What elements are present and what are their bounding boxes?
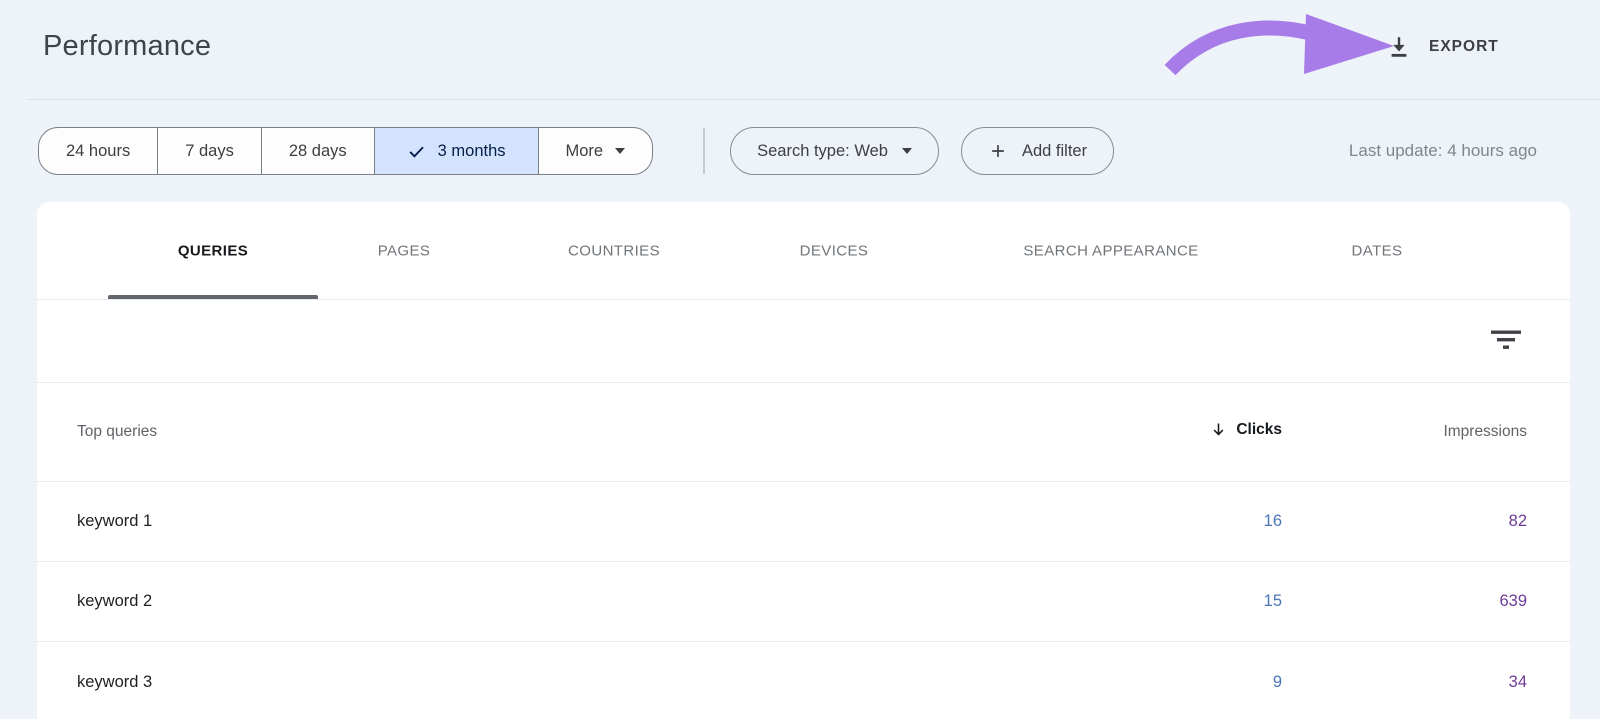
- impressions-cell: 34: [1282, 673, 1527, 692]
- table-toolbar: [37, 300, 1570, 383]
- caret-down-icon: [902, 148, 912, 154]
- toolbar-divider: [703, 128, 705, 174]
- query-cell: keyword 1: [37, 512, 1122, 531]
- more-label: More: [566, 142, 604, 161]
- sort-arrow-down-icon: [1210, 421, 1227, 438]
- caret-down-icon: [615, 148, 625, 154]
- header-divider: [28, 99, 1600, 100]
- search-type-dropdown[interactable]: Search type: Web: [730, 127, 939, 175]
- table-row[interactable]: keyword 2 15 639: [37, 562, 1570, 642]
- clicks-header-label: Clicks: [1236, 421, 1282, 439]
- page-title: Performance: [43, 30, 211, 63]
- date-range-24-hours[interactable]: 24 hours: [39, 128, 157, 174]
- date-range-label: 7 days: [185, 142, 234, 161]
- date-range-filter: 24 hours 7 days 28 days 3 months More: [38, 127, 653, 175]
- add-filter-button[interactable]: Add filter: [961, 127, 1114, 175]
- date-range-label: 28 days: [289, 142, 347, 161]
- column-header-impressions[interactable]: Impressions: [1282, 423, 1527, 441]
- query-cell: keyword 3: [37, 673, 1122, 692]
- date-range-28-days[interactable]: 28 days: [261, 128, 374, 174]
- last-update-text: Last update: 4 hours ago: [1349, 141, 1600, 161]
- export-label: EXPORT: [1429, 38, 1499, 56]
- date-range-label: 3 months: [438, 142, 506, 161]
- date-range-more-dropdown[interactable]: More: [538, 128, 653, 174]
- export-button[interactable]: EXPORT: [1386, 24, 1499, 70]
- performance-page: Performance EXPORT 24 hours 7 days 28 da…: [0, 0, 1600, 719]
- clicks-cell: 16: [1122, 512, 1282, 531]
- date-range-3-months[interactable]: 3 months: [374, 128, 538, 174]
- query-cell: keyword 2: [37, 592, 1122, 611]
- tab-dates[interactable]: DATES: [1352, 242, 1403, 259]
- date-range-label: 24 hours: [66, 142, 130, 161]
- filter-list-icon: [1490, 329, 1522, 351]
- clicks-cell: 15: [1122, 592, 1282, 611]
- table-row[interactable]: keyword 1 16 82: [37, 482, 1570, 562]
- search-type-label: Search type: Web: [757, 142, 888, 161]
- checkmark-icon: [407, 142, 426, 161]
- tab-countries[interactable]: COUNTRIES: [568, 242, 660, 259]
- plus-icon: [988, 141, 1008, 161]
- tab-devices[interactable]: DEVICES: [800, 242, 869, 259]
- tab-search-appearance[interactable]: SEARCH APPEARANCE: [1023, 242, 1198, 259]
- clicks-cell: 9: [1122, 673, 1282, 692]
- date-range-7-days[interactable]: 7 days: [157, 128, 261, 174]
- impressions-cell: 639: [1282, 592, 1527, 611]
- table-header-row: Top queries Clicks Impressions: [37, 383, 1570, 482]
- tab-pages[interactable]: PAGES: [378, 242, 431, 259]
- tab-queries[interactable]: QUERIES: [178, 242, 248, 259]
- active-tab-underline: [108, 295, 318, 299]
- add-filter-label: Add filter: [1022, 142, 1087, 161]
- purple-annotation-arrow-icon: [1158, 12, 1398, 78]
- toolbar: 24 hours 7 days 28 days 3 months More Se…: [38, 127, 1600, 175]
- table-filter-button[interactable]: [1482, 321, 1530, 362]
- download-icon: [1386, 34, 1412, 60]
- tab-bar: QUERIES PAGES COUNTRIES DEVICES SEARCH A…: [37, 202, 1570, 300]
- report-card: QUERIES PAGES COUNTRIES DEVICES SEARCH A…: [37, 202, 1570, 719]
- column-header-clicks[interactable]: Clicks: [1122, 421, 1282, 444]
- column-header-top-queries[interactable]: Top queries: [37, 423, 1122, 441]
- impressions-cell: 82: [1282, 512, 1527, 531]
- table-row[interactable]: keyword 3 9 34: [37, 642, 1570, 719]
